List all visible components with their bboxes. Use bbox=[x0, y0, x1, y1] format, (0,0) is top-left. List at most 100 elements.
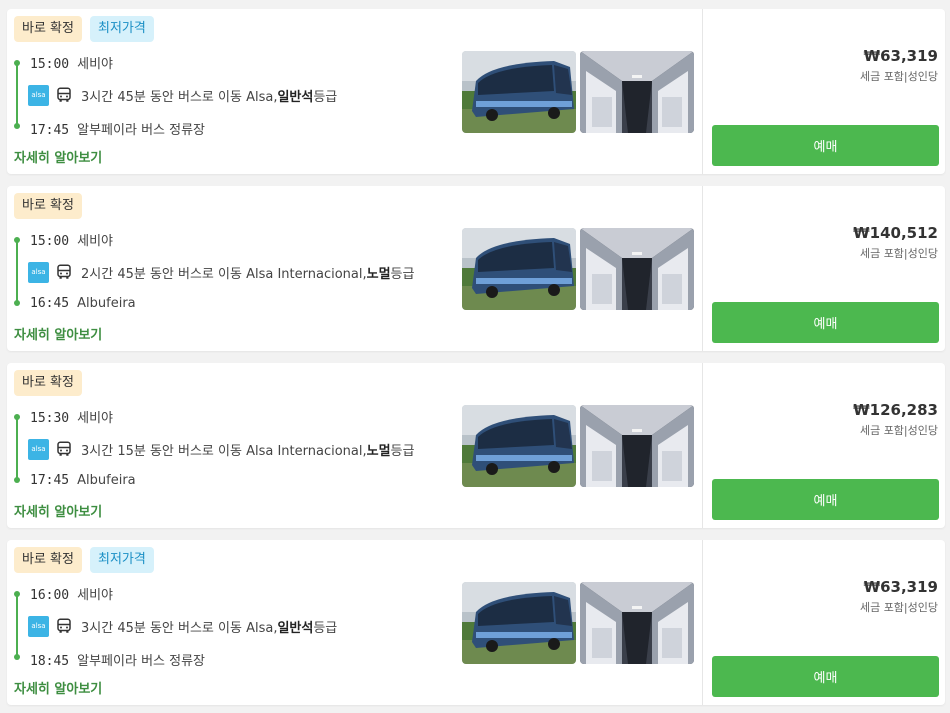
trip-info: alsa 2시간 45분 동안 버스로 이동 Alsa Internaciona… bbox=[28, 260, 414, 284]
timeline-line bbox=[16, 415, 18, 482]
instant-confirm-badge: 바로 확정 bbox=[14, 370, 82, 396]
departure-dot bbox=[14, 414, 20, 420]
departure-row: 15:00 세비야 bbox=[30, 230, 113, 249]
bus-interior-photo[interactable] bbox=[580, 51, 694, 133]
trip-details: 바로 확정 최저가격 15:00 세비야 alsa 3시간 45분 동안 버스로 … bbox=[7, 9, 702, 174]
alsa-logo-icon: alsa bbox=[28, 261, 49, 283]
arrival-row: 17:45 알부페이라 버스 정류장 bbox=[30, 119, 205, 138]
result-card: 바로 확정 최저가격 15:00 세비야 alsa 3시간 45분 동안 버스로 … bbox=[7, 9, 945, 174]
departure-time: 15:00 bbox=[30, 234, 70, 249]
book-button[interactable]: 예매 bbox=[712, 302, 939, 343]
price-note: 세금 포함|성인당 bbox=[859, 601, 938, 614]
trip-details: 바로 확정 최저가격 16:00 세비야 alsa 3시간 45분 동안 버스로 … bbox=[7, 540, 702, 705]
departure-time: 15:00 bbox=[30, 57, 70, 72]
departure-dot bbox=[14, 591, 20, 597]
result-card: 바로 확정 최저가격 16:00 세비야 alsa 3시간 45분 동안 버스로 … bbox=[7, 540, 945, 705]
arrival-dot bbox=[14, 654, 20, 660]
bus-icon bbox=[57, 441, 71, 456]
arrival-place: 알부페이라 버스 정류장 bbox=[77, 654, 206, 669]
seat-class: 노멀 bbox=[366, 443, 391, 459]
bus-icon bbox=[57, 87, 71, 102]
trip-info-suffix: 등급 bbox=[313, 620, 338, 636]
trip-info: alsa 3시간 15분 동안 버스로 이동 Alsa Internaciona… bbox=[28, 437, 414, 461]
route-timeline bbox=[14, 60, 20, 129]
alsa-logo-icon: alsa bbox=[28, 84, 49, 106]
book-button[interactable]: 예매 bbox=[712, 125, 939, 166]
trip-info-suffix: 등급 bbox=[390, 266, 415, 282]
departure-dot bbox=[14, 237, 20, 243]
bus-exterior-photo[interactable] bbox=[462, 228, 576, 310]
arrival-place: 알부페이라 버스 정류장 bbox=[77, 123, 206, 138]
price-panel: ₩140,512 세금 포함|성인당 예매 bbox=[702, 186, 945, 351]
arrival-time: 17:45 bbox=[30, 123, 70, 138]
trip-info-text: 3시간 45분 동안 버스로 이동 Alsa, bbox=[81, 620, 278, 636]
timeline-line bbox=[16, 238, 18, 305]
bus-interior-photo[interactable] bbox=[580, 405, 694, 487]
price-amount: ₩63,319 bbox=[863, 578, 938, 596]
seat-class: 노멀 bbox=[366, 266, 391, 282]
instant-confirm-badge: 바로 확정 bbox=[14, 16, 82, 42]
details-link[interactable]: 자세히 알아보기 bbox=[14, 501, 102, 520]
details-link[interactable]: 자세히 알아보기 bbox=[14, 324, 102, 343]
book-button[interactable]: 예매 bbox=[712, 656, 939, 697]
timeline-line bbox=[16, 61, 18, 128]
price-note: 세금 포함|성인당 bbox=[859, 247, 938, 260]
departure-row: 15:30 세비야 bbox=[30, 407, 113, 426]
timeline-line bbox=[16, 592, 18, 659]
price-amount: ₩63,319 bbox=[863, 47, 938, 65]
details-link[interactable]: 자세히 알아보기 bbox=[14, 678, 102, 697]
arrival-dot bbox=[14, 300, 20, 306]
route-timeline bbox=[14, 237, 20, 306]
bus-icon bbox=[57, 264, 71, 279]
departure-dot bbox=[14, 60, 20, 66]
arrival-dot bbox=[14, 123, 20, 129]
badge-group: 바로 확정 bbox=[14, 193, 82, 219]
instant-confirm-badge: 바로 확정 bbox=[14, 193, 82, 219]
bus-exterior-photo[interactable] bbox=[462, 51, 576, 133]
trip-info-suffix: 등급 bbox=[390, 443, 415, 459]
results-list: 바로 확정 최저가격 15:00 세비야 alsa 3시간 45분 동안 버스로 … bbox=[0, 0, 950, 713]
arrival-row: 18:45 알부페이라 버스 정류장 bbox=[30, 650, 205, 669]
trip-details: 바로 확정 15:00 세비야 alsa 2시간 45분 동안 버스로 이동 Al… bbox=[7, 186, 702, 351]
departure-time: 15:30 bbox=[30, 411, 70, 426]
trip-details: 바로 확정 15:30 세비야 alsa 3시간 15분 동안 버스로 이동 Al… bbox=[7, 363, 702, 528]
price-panel: ₩63,319 세금 포함|성인당 예매 bbox=[702, 9, 945, 174]
trip-info: alsa 3시간 45분 동안 버스로 이동 Alsa, 일반석 등급 bbox=[28, 614, 337, 638]
book-button[interactable]: 예매 bbox=[712, 479, 939, 520]
price-note: 세금 포함|성인당 bbox=[859, 424, 938, 437]
departure-place: 세비야 bbox=[77, 57, 114, 72]
route-timeline bbox=[14, 414, 20, 483]
arrival-place: Albufeira bbox=[77, 473, 136, 488]
trip-info-text: 3시간 45분 동안 버스로 이동 Alsa, bbox=[81, 89, 278, 105]
seat-class: 일반석 bbox=[277, 89, 314, 105]
details-link[interactable]: 자세히 알아보기 bbox=[14, 147, 102, 166]
badge-group: 바로 확정 최저가격 bbox=[14, 16, 154, 42]
departure-time: 16:00 bbox=[30, 588, 70, 603]
trip-info-text: 2시간 45분 동안 버스로 이동 Alsa Internacional, bbox=[81, 266, 367, 282]
arrival-time: 16:45 bbox=[30, 296, 70, 311]
price-amount: ₩140,512 bbox=[853, 224, 938, 242]
trip-info-suffix: 등급 bbox=[313, 89, 338, 105]
departure-place: 세비야 bbox=[77, 411, 114, 426]
price-panel: ₩126,283 세금 포함|성인당 예매 bbox=[702, 363, 945, 528]
bus-exterior-photo[interactable] bbox=[462, 405, 576, 487]
price-note: 세금 포함|성인당 bbox=[859, 70, 938, 83]
bus-interior-photo[interactable] bbox=[580, 582, 694, 664]
departure-row: 15:00 세비야 bbox=[30, 53, 113, 72]
alsa-logo-icon: alsa bbox=[28, 438, 49, 460]
instant-confirm-badge: 바로 확정 bbox=[14, 547, 82, 573]
arrival-row: 17:45 Albufeira bbox=[30, 473, 136, 488]
cheapest-badge: 최저가격 bbox=[89, 16, 154, 42]
arrival-place: Albufeira bbox=[77, 296, 136, 311]
price-amount: ₩126,283 bbox=[853, 401, 938, 419]
badge-group: 바로 확정 최저가격 bbox=[14, 547, 154, 573]
bus-icon bbox=[57, 618, 71, 633]
bus-interior-photo[interactable] bbox=[580, 228, 694, 310]
seat-class: 일반석 bbox=[277, 620, 314, 636]
arrival-time: 17:45 bbox=[30, 473, 70, 488]
result-card: 바로 확정 15:00 세비야 alsa 2시간 45분 동안 버스로 이동 Al… bbox=[7, 186, 945, 351]
departure-place: 세비야 bbox=[77, 234, 114, 249]
result-card: 바로 확정 15:30 세비야 alsa 3시간 15분 동안 버스로 이동 Al… bbox=[7, 363, 945, 528]
route-timeline bbox=[14, 591, 20, 660]
bus-exterior-photo[interactable] bbox=[462, 582, 576, 664]
